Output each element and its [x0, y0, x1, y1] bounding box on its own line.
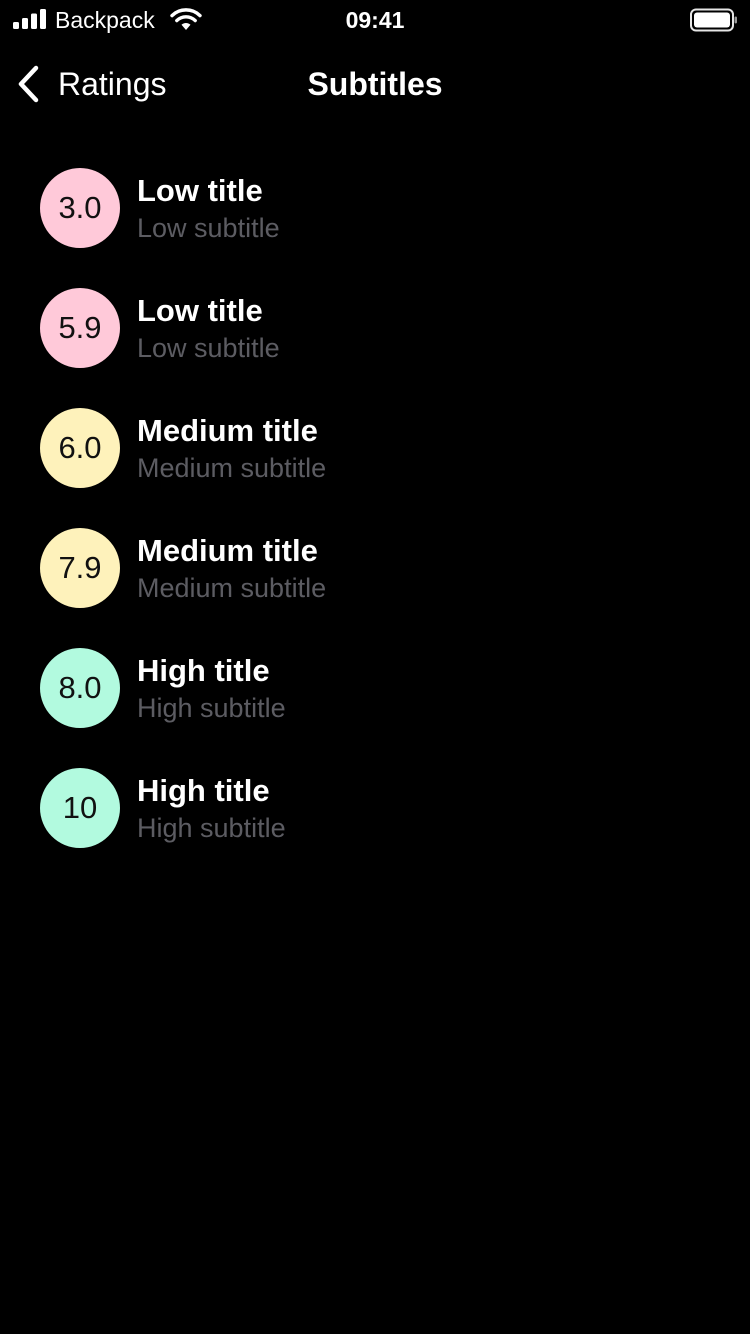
rating-subtitle: High subtitle: [137, 693, 286, 723]
rating-badge: 5.9: [40, 288, 120, 368]
rating-badge: 3.0: [40, 168, 120, 248]
navigation-bar: Ratings Subtitles: [0, 40, 750, 128]
rating-subtitle: Low subtitle: [137, 333, 280, 363]
rating-badge: 10: [40, 768, 120, 848]
rating-list: 3.0 Low title Low subtitle 5.9 Low title…: [0, 148, 750, 868]
rating-title: High title: [137, 773, 270, 808]
rating-title: Low title: [137, 293, 263, 328]
rating-subtitle: High subtitle: [137, 813, 286, 843]
rating-subtitle: Low subtitle: [137, 213, 280, 243]
rating-row: 10 High title High subtitle: [0, 748, 750, 868]
rating-badge: 8.0: [40, 648, 120, 728]
rating-badge: 6.0: [40, 408, 120, 488]
rating-badge: 7.9: [40, 528, 120, 608]
status-bar: Backpack 09:41: [0, 0, 750, 40]
rating-title: Medium title: [137, 533, 318, 568]
rating-row: 7.9 Medium title Medium subtitle: [0, 508, 750, 628]
rating-row: 8.0 High title High subtitle: [0, 628, 750, 748]
rating-title: Medium title: [137, 413, 318, 448]
rating-row: 6.0 Medium title Medium subtitle: [0, 388, 750, 508]
rating-title: High title: [137, 653, 270, 688]
rating-subtitle: Medium subtitle: [137, 573, 327, 603]
rating-row: 3.0 Low title Low subtitle: [0, 148, 750, 268]
rating-row: 5.9 Low title Low subtitle: [0, 268, 750, 388]
status-time: 09:41: [345, 7, 405, 33]
rating-subtitle: Medium subtitle: [137, 453, 327, 483]
rating-title: Low title: [137, 173, 263, 208]
page-title: Subtitles: [307, 66, 443, 102]
battery-icon: [690, 8, 737, 32]
